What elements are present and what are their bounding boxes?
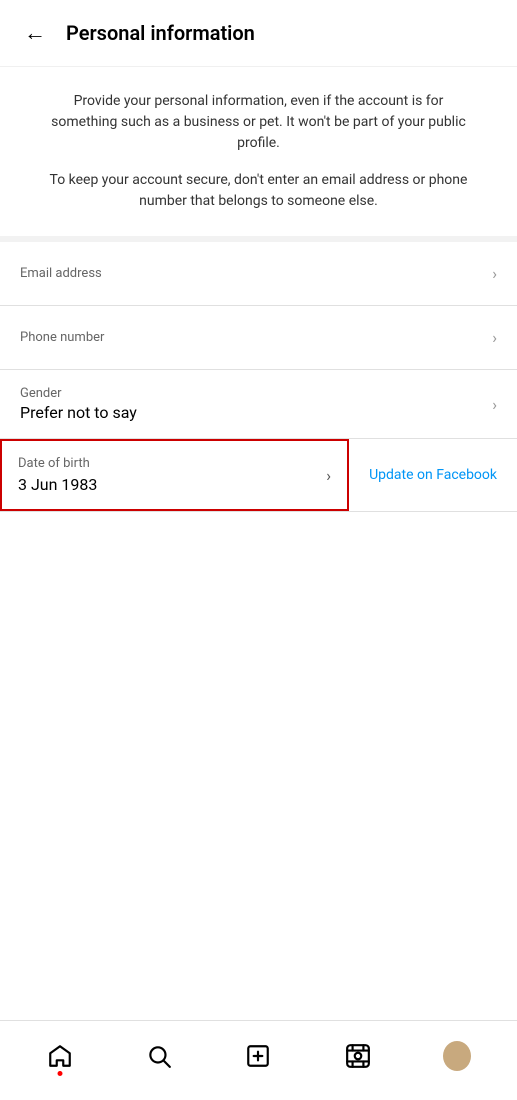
phone-label: Phone number bbox=[20, 330, 104, 345]
dob-content: Date of birth 3 Jun 1983 bbox=[18, 456, 97, 494]
main-description: Provide your personal information, even … bbox=[40, 91, 477, 154]
dob-chevron-icon: › bbox=[326, 466, 331, 485]
nav-item-profile[interactable] bbox=[427, 1034, 487, 1078]
home-icon bbox=[46, 1042, 74, 1070]
dob-field[interactable]: Date of birth 3 Jun 1983 › bbox=[0, 439, 349, 511]
nav-item-new-post[interactable] bbox=[228, 1034, 288, 1078]
home-notification-dot bbox=[57, 1071, 62, 1076]
bottom-nav bbox=[0, 1020, 517, 1100]
email-label: Email address bbox=[20, 266, 102, 281]
gender-label: Gender bbox=[20, 386, 137, 401]
search-icon bbox=[145, 1042, 173, 1070]
nav-item-search[interactable] bbox=[129, 1034, 189, 1078]
phone-field[interactable]: Phone number › bbox=[0, 306, 517, 370]
security-description: To keep your account secure, don't enter… bbox=[40, 170, 477, 212]
header: ← Personal information bbox=[0, 0, 517, 67]
dob-value: 3 Jun 1983 bbox=[18, 475, 97, 494]
reels-icon bbox=[344, 1042, 372, 1070]
new-post-icon bbox=[244, 1042, 272, 1070]
gender-field-content: Gender Prefer not to say bbox=[20, 386, 137, 422]
description-section: Provide your personal information, even … bbox=[0, 67, 517, 242]
gender-field[interactable]: Gender Prefer not to say › bbox=[0, 370, 517, 439]
email-field-content: Email address bbox=[20, 266, 102, 281]
dob-row: Date of birth 3 Jun 1983 › Update on Fac… bbox=[0, 439, 517, 512]
gender-value: Prefer not to say bbox=[20, 403, 137, 422]
nav-item-home[interactable] bbox=[30, 1034, 90, 1078]
list-section: Email address › Phone number › Gender Pr… bbox=[0, 242, 517, 512]
email-field[interactable]: Email address › bbox=[0, 242, 517, 306]
back-button[interactable]: ← bbox=[20, 16, 50, 50]
phone-chevron-icon: › bbox=[492, 328, 497, 347]
email-chevron-icon: › bbox=[492, 264, 497, 283]
update-facebook-link[interactable]: Update on Facebook bbox=[349, 451, 517, 499]
nav-item-reels[interactable] bbox=[328, 1034, 388, 1078]
gender-chevron-icon: › bbox=[492, 395, 497, 414]
page-title: Personal information bbox=[66, 21, 255, 45]
profile-avatar bbox=[443, 1042, 471, 1070]
phone-field-content: Phone number bbox=[20, 330, 104, 345]
dob-label: Date of birth bbox=[18, 456, 97, 471]
